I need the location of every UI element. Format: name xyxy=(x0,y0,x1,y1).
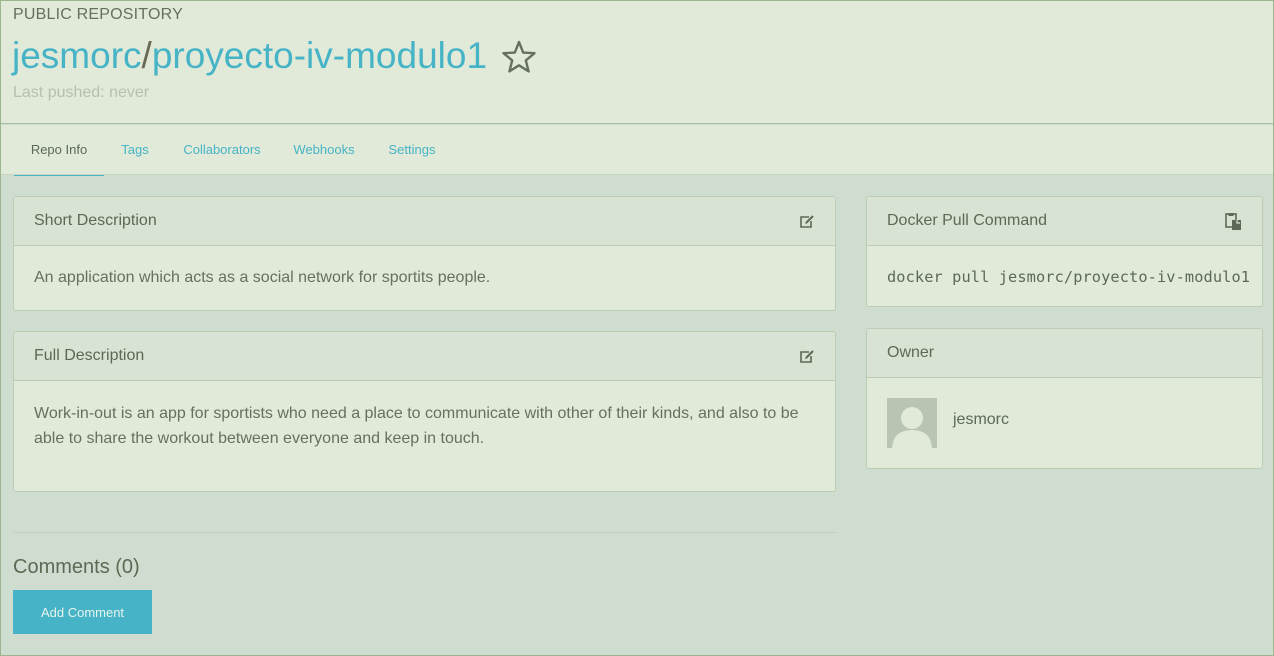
edit-icon[interactable] xyxy=(799,349,815,364)
tab-webhooks[interactable]: Webhooks xyxy=(288,125,360,176)
docker-pull-header: Docker Pull Command xyxy=(867,197,1262,246)
section-divider xyxy=(13,532,836,533)
owner-name-link[interactable]: jesmorc xyxy=(953,411,1009,429)
user-avatar-icon[interactable] xyxy=(887,398,937,448)
comments-heading: Comments (0) xyxy=(13,556,140,578)
repo-visibility-label: PUBLIC REPOSITORY xyxy=(13,6,183,23)
short-description-header: Short Description xyxy=(14,197,835,246)
repo-tabs: Repo Info Tags Collaborators Webhooks Se… xyxy=(1,125,1273,176)
title-separator: / xyxy=(141,35,152,76)
edit-icon[interactable] xyxy=(799,214,815,229)
short-description-text: An application which acts as a social ne… xyxy=(34,269,491,286)
owner-title: Owner xyxy=(887,344,935,361)
tab-repo-info[interactable]: Repo Info xyxy=(14,125,104,176)
star-outline-icon[interactable] xyxy=(501,39,537,75)
docker-pull-panel: Docker Pull Command docker pull jesmorc/… xyxy=(866,196,1263,307)
add-comment-button[interactable]: Add Comment xyxy=(13,590,152,634)
tab-tags[interactable]: Tags xyxy=(115,125,155,176)
docker-pull-title: Docker Pull Command xyxy=(887,212,1048,229)
repo-header: PUBLIC REPOSITORY jesmorc/proyecto-iv-mo… xyxy=(1,1,1273,124)
full-description-header: Full Description xyxy=(14,332,835,381)
full-description-panel: Full Description Work-in-out is an app f… xyxy=(13,331,836,492)
full-description-text: Work-in-out is an app for sportists who … xyxy=(34,405,799,447)
tab-collaborators[interactable]: Collaborators xyxy=(178,125,266,176)
namespace-link[interactable]: jesmorc xyxy=(12,35,142,76)
short-description-title: Short Description xyxy=(34,212,157,229)
owner-body: jesmorc xyxy=(867,378,1262,468)
short-description-panel: Short Description An application which a… xyxy=(13,196,836,311)
owner-panel: Owner jesmorc xyxy=(866,328,1263,469)
clipboard-copy-icon[interactable] xyxy=(1225,213,1242,231)
full-description-title: Full Description xyxy=(34,347,145,364)
owner-header: Owner xyxy=(867,329,1262,378)
docker-pull-command[interactable]: docker pull jesmorc/proyecto-iv-modulo1 xyxy=(867,246,1262,306)
tab-settings[interactable]: Settings xyxy=(382,125,442,176)
repo-name-link[interactable]: proyecto-iv-modulo1 xyxy=(152,35,487,76)
last-pushed-text: Last pushed: never xyxy=(13,84,150,101)
repo-title: jesmorc/proyecto-iv-modulo1 xyxy=(12,34,487,78)
